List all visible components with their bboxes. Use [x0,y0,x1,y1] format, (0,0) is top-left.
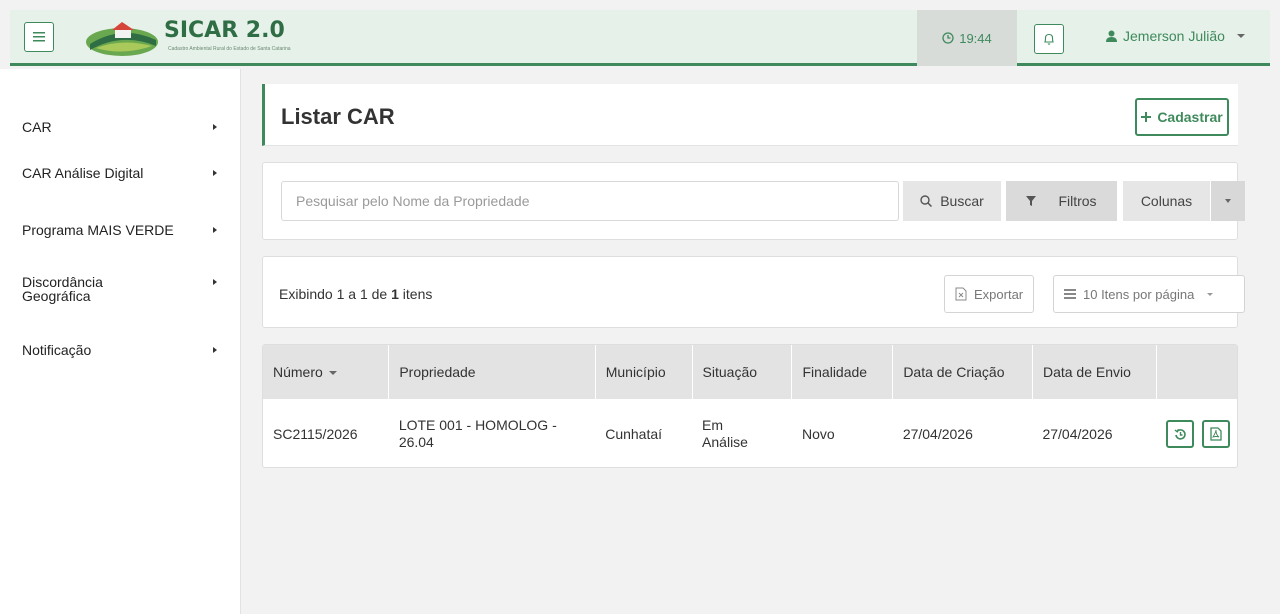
sidebar-item-discordancia-geografica[interactable]: Discordância Geográfica [22,275,222,303]
bell-icon [1044,33,1054,45]
filter-icon [1026,196,1037,206]
column-header-actions [1156,345,1237,399]
pdf-button[interactable] [1202,419,1231,448]
sidebar-item-programa-mais-verde[interactable]: Programa MAIS VERDE [22,223,222,238]
history-icon [1174,428,1186,440]
column-header-data-envio[interactable]: Data de Envio [1032,345,1157,399]
sidebar-item-notificacao[interactable]: Notificação [22,343,222,358]
session-clock: 19:44 [917,10,1017,66]
sidebar-item-label: Notificação [22,342,92,358]
top-bar: SICAR 2.0 Cadastro Ambiental Rural do Es… [10,10,1270,66]
column-header-municipio[interactable]: Município [595,345,693,399]
sidebar: CAR CAR Análise Digital Programa MAIS VE… [0,69,241,614]
sidebar-item-car[interactable]: CAR [22,120,222,135]
cell-situacao: Em Análise [702,417,748,450]
sidebar-item-label: CAR Análise Digital [22,165,144,181]
exportar-button[interactable]: Exportar [944,275,1035,313]
user-menu[interactable]: Jemerson Julião [1106,28,1245,44]
search-icon [920,195,933,207]
cell-numero: SC2115/2026 [273,425,358,442]
sidebar-item-label: Discordância Geográfica [22,274,103,304]
history-button[interactable] [1166,420,1195,449]
notifications-button[interactable] [1034,24,1064,54]
results-count-text: Exibindo 1 a 1 de 1 itens [279,286,433,302]
excel-file-icon [955,287,967,301]
sort-caret-icon [328,371,337,376]
caret-right-icon [213,124,217,130]
filtros-label: Filtros [1058,193,1097,209]
filtros-button[interactable]: Filtros [1006,181,1117,221]
cell-propriedade: LOTE 001 - HOMOLOG - 26.04 [398,417,557,450]
logo-subtitle: Cadastro Ambiental Rural do Estado de Sa… [168,46,291,52]
clock-time: 19:44 [959,30,992,46]
items-per-page-select[interactable]: 10 Itens por página [1053,275,1245,313]
logo-title: SICAR 2.0 [164,18,285,43]
column-header-finalidade[interactable]: Finalidade [791,345,894,399]
user-icon [1106,30,1117,42]
app-logo[interactable] [82,14,162,62]
cell-actions [1156,399,1237,467]
hamburger-icon [33,32,45,42]
caret-right-icon [213,170,217,176]
cell-finalidade: Novo [801,425,835,442]
clock-icon [942,32,954,44]
sicar-logo-icon [86,22,158,56]
search-panel: Buscar Filtros Colunas [262,162,1245,240]
colunas-label: Colunas [1140,193,1193,209]
plus-icon [1141,112,1152,122]
colunas-button[interactable]: Colunas [1123,181,1210,221]
pdf-file-icon [1210,427,1222,441]
cell-municipio: Cunhataí [605,425,663,442]
chevron-down-icon [1225,199,1231,203]
menu-toggle-button[interactable] [24,22,54,52]
sidebar-item-label: CAR [22,119,52,135]
results-toolbar: Exibindo 1 a 1 de 1 itens Exportar 10 It… [262,256,1245,328]
buscar-button[interactable]: Buscar [903,181,1001,221]
column-header-situacao[interactable]: Situação [692,345,793,399]
caret-right-icon [213,279,217,285]
buscar-label: Buscar [940,193,984,209]
items-per-page-label: 10 Itens por página [1083,286,1195,302]
column-header-propriedade[interactable]: Propriedade [388,345,596,399]
list-icon [1064,289,1076,299]
page-header: Listar CAR Cadastrar [262,84,1238,146]
cell-data-criacao: 27/04/2026 [902,425,973,442]
cadastrar-label: Cadastrar [1157,109,1223,125]
exportar-label: Exportar [974,286,1024,302]
table-header-row: Número Propriedade Município Situação Fi… [263,345,1237,399]
chevron-down-icon [1207,292,1214,296]
search-input[interactable] [281,181,899,221]
colunas-dropdown-toggle[interactable] [1211,181,1245,221]
table-row: SC2115/2026 LOTE 001 - HOMOLOG - 26.04 C… [263,399,1237,467]
caret-right-icon [213,227,217,233]
user-name: Jemerson Julião [1123,28,1225,44]
caret-right-icon [213,347,217,353]
cell-data-envio: 27/04/2026 [1042,425,1113,442]
car-table: Número Propriedade Município Situação Fi… [262,344,1238,468]
column-header-data-criacao[interactable]: Data de Criação [892,345,1033,399]
chevron-down-icon [1236,34,1245,38]
column-header-numero[interactable]: Número [263,345,390,399]
page-title: Listar CAR [281,104,395,129]
sidebar-item-car-analise-digital[interactable]: CAR Análise Digital [22,166,222,181]
sidebar-item-label: Programa MAIS VERDE [22,222,174,238]
cadastrar-button[interactable]: Cadastrar [1135,98,1229,136]
